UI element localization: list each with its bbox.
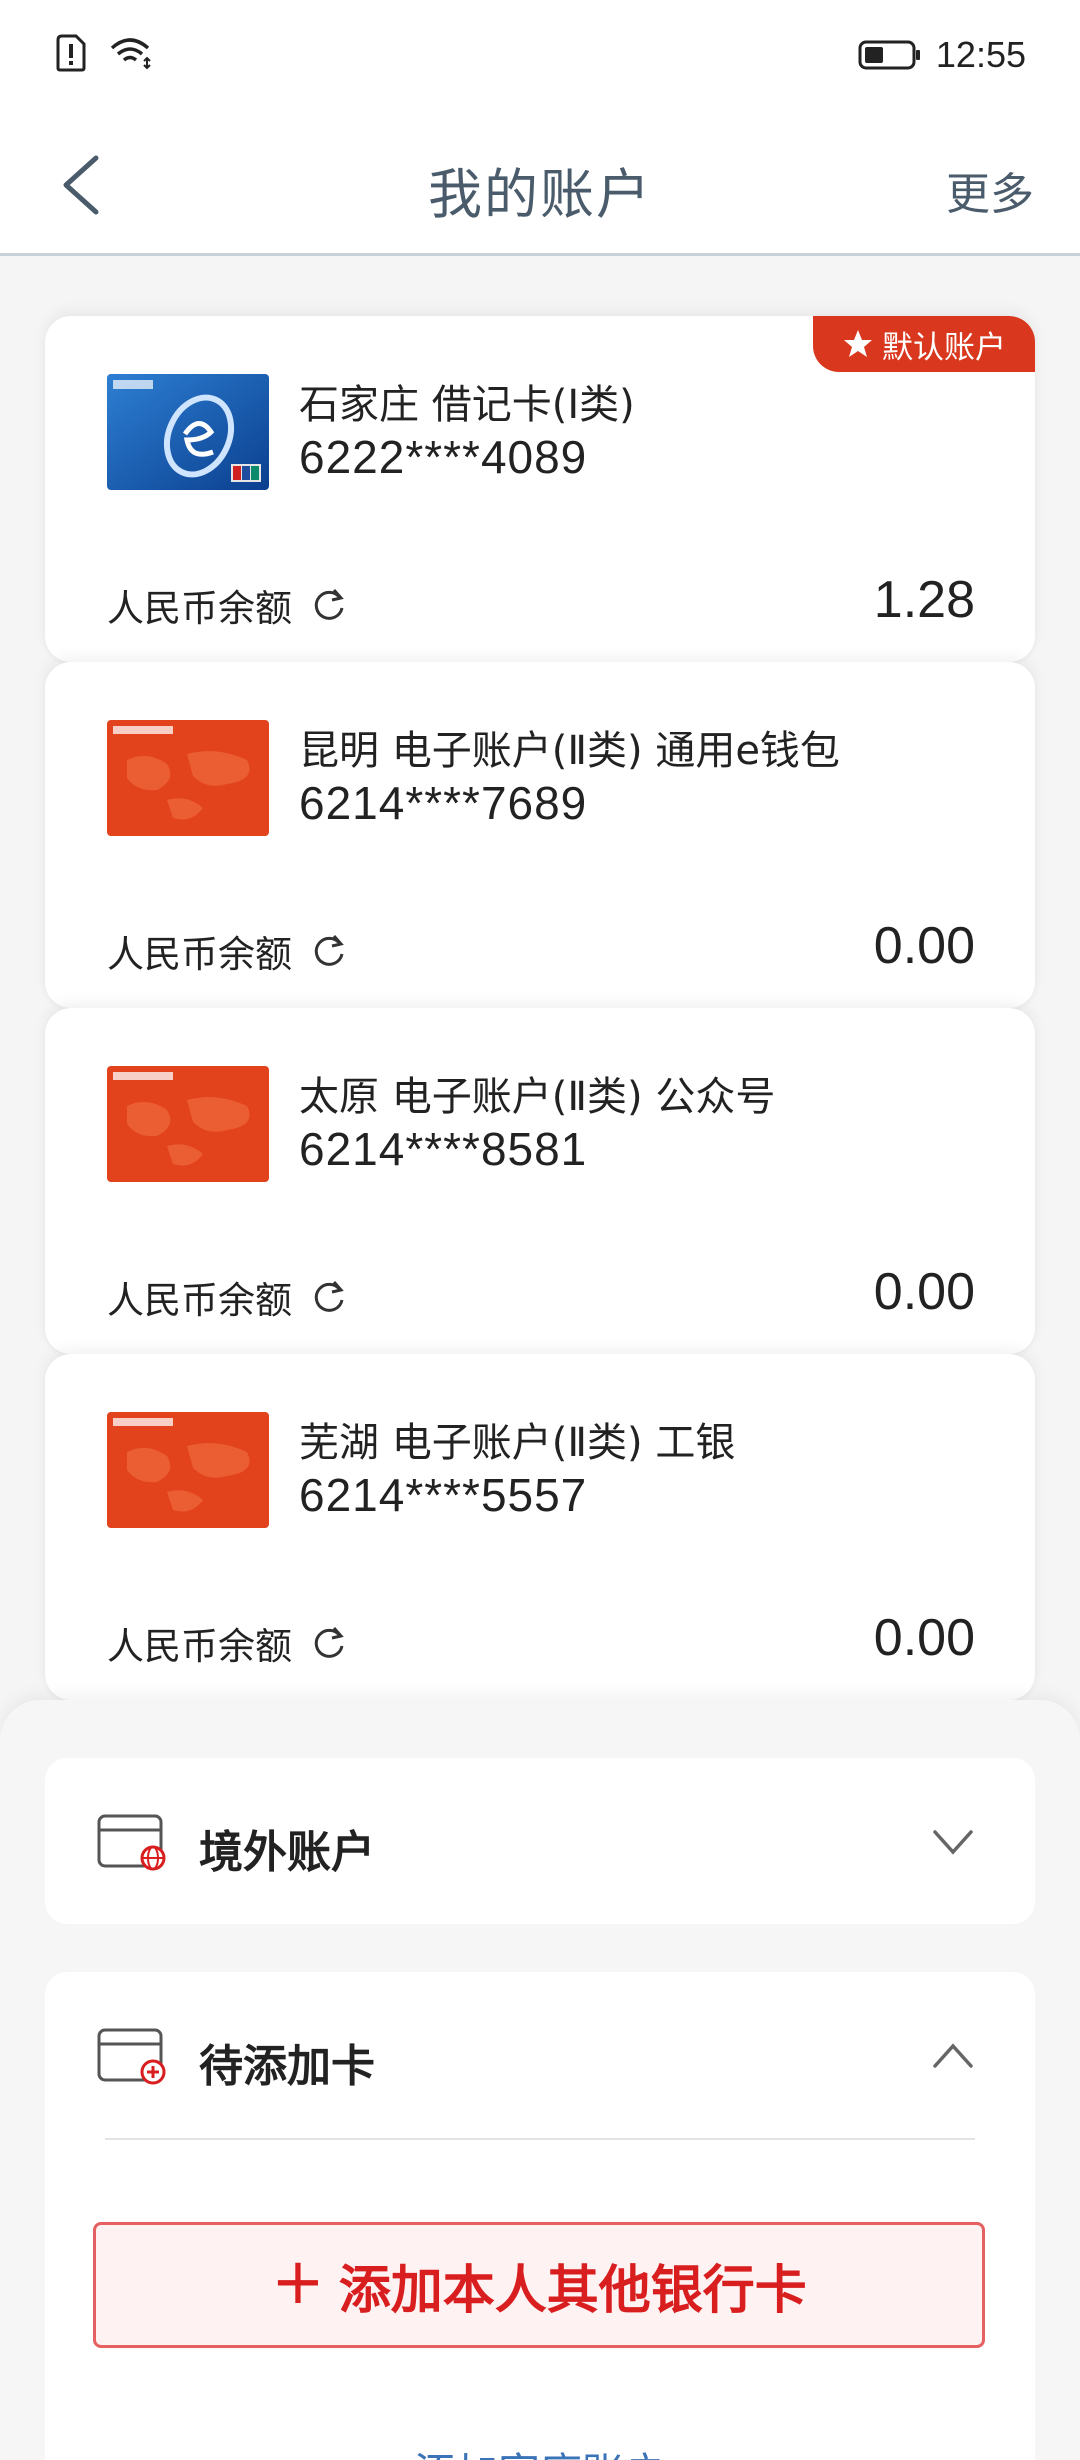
- default-account-badge: 默认账户: [813, 316, 1035, 372]
- balance-label: 人民币余额: [107, 1270, 348, 1324]
- default-badge-label: 默认账户: [882, 329, 1006, 366]
- wifi-icon: [110, 38, 151, 70]
- add-family-account-link[interactable]: 添加家庭账户: [45, 2440, 1035, 2460]
- battery-icon: [858, 40, 920, 70]
- refresh-icon[interactable]: [310, 1624, 348, 1662]
- balance-value: 0.00: [873, 1263, 975, 1321]
- card-globe-icon: [97, 1814, 166, 1871]
- balance-label: 人民币余额: [107, 924, 348, 978]
- pending-cards-title: 待添加卡: [199, 2041, 375, 2092]
- status-bar: 12:55: [0, 0, 1080, 110]
- nav-header: 我的账户 更多: [0, 110, 1080, 256]
- account-number: 6214****5557: [299, 1469, 588, 1521]
- bank-card-image: [107, 720, 269, 836]
- bank-card-image: [107, 1412, 269, 1528]
- account-card[interactable]: 太原 电子账户(Ⅱ类) 公众号 6214****8581 人民币余额 0.00: [45, 1008, 1035, 1354]
- balance-label-text: 人民币余额: [107, 933, 292, 976]
- refresh-icon[interactable]: [310, 1278, 348, 1316]
- status-time: 12:55: [935, 34, 1026, 75]
- balance-value: 1.28: [873, 571, 975, 629]
- balance-label: 人民币余额: [107, 578, 348, 632]
- balance-value: 0.00: [873, 917, 975, 975]
- bottom-panel: 境外账户 待添加卡 + 添加本人其他银行卡 添加家庭账户: [0, 1700, 1080, 2460]
- section-divider: [105, 2138, 975, 2140]
- card-add-icon: [97, 2028, 166, 2085]
- page-title: 我的账户: [428, 163, 652, 226]
- account-name: 石家庄 借记卡(Ⅰ类): [299, 382, 635, 428]
- add-card-label: 添加本人其他银行卡: [338, 2260, 807, 2321]
- balance-value: 0.00: [873, 1609, 975, 1667]
- refresh-icon[interactable]: [310, 586, 348, 624]
- bank-card-image: [107, 374, 269, 490]
- status-right: 12:55: [858, 34, 1026, 76]
- account-card[interactable]: 石家庄 借记卡(Ⅰ类) 6222****4089 人民币余额 1.28 默认账户: [45, 316, 1035, 662]
- status-left: [56, 34, 154, 72]
- balance-label: 人民币余额: [107, 1616, 348, 1670]
- account-number: 6214****8581: [299, 1123, 588, 1175]
- add-other-bank-card-button[interactable]: + 添加本人其他银行卡: [93, 2222, 985, 2348]
- account-name: 太原 电子账户(Ⅱ类) 公众号: [299, 1074, 776, 1120]
- account-list: 石家庄 借记卡(Ⅰ类) 6222****4089 人民币余额 1.28 默认账户…: [45, 316, 1035, 1700]
- pending-cards-section: 待添加卡 + 添加本人其他银行卡 添加家庭账户: [45, 1972, 1035, 2460]
- balance-label-text: 人民币余额: [107, 1279, 292, 1322]
- bank-card-image: [107, 1066, 269, 1182]
- account-name: 昆明 电子账户(Ⅱ类) 通用e钱包: [299, 728, 840, 774]
- account-number: 6214****7689: [299, 777, 588, 829]
- chevron-up-icon[interactable]: [931, 2038, 975, 2074]
- account-name: 芜湖 电子账户(Ⅱ类) 工银: [299, 1420, 736, 1466]
- plus-icon: +: [271, 2245, 325, 2319]
- overseas-accounts-title: 境外账户: [199, 1827, 375, 1878]
- star-icon: [844, 330, 872, 357]
- account-card[interactable]: 昆明 电子账户(Ⅱ类) 通用e钱包 6214****7689 人民币余额 0.0…: [45, 662, 1035, 1008]
- balance-label-text: 人民币余额: [107, 587, 292, 630]
- overseas-accounts-section[interactable]: 境外账户: [45, 1758, 1035, 1924]
- chevron-down-icon[interactable]: [931, 1824, 975, 1860]
- sim-alert-icon: [56, 34, 86, 72]
- refresh-icon[interactable]: [310, 932, 348, 970]
- more-button[interactable]: 更多: [946, 158, 1034, 222]
- account-card[interactable]: 芜湖 电子账户(Ⅱ类) 工银 6214****5557 人民币余额 0.00: [45, 1354, 1035, 1700]
- balance-label-text: 人民币余额: [107, 1625, 292, 1668]
- account-number: 6222****4089: [299, 431, 588, 483]
